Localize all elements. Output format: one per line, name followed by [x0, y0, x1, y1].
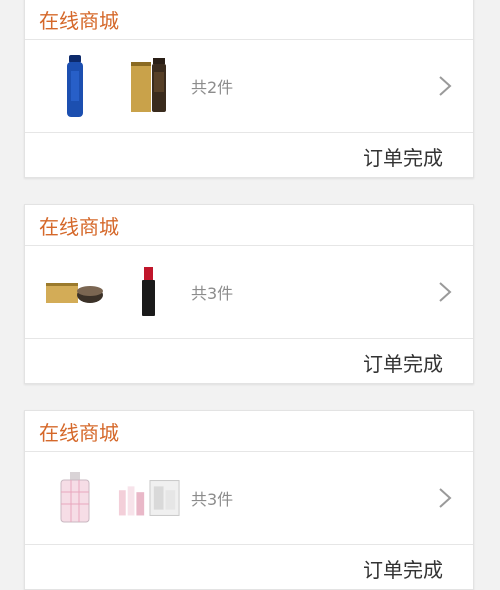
- chevron-right-icon: [439, 488, 452, 508]
- order-card[interactable]: 在线商城 共2件 订单完成: [24, 0, 474, 178]
- skincare-set-icon: [117, 463, 181, 533]
- chevron-right-icon: [439, 282, 452, 302]
- order-header: 在线商城: [25, 411, 473, 452]
- store-name: 在线商城: [39, 8, 119, 33]
- item-count: 共2件: [191, 78, 234, 97]
- order-header: 在线商城: [25, 0, 473, 40]
- order-footer: 订单完成: [25, 339, 473, 383]
- order-items-row[interactable]: 共2件: [25, 40, 473, 133]
- order-status: 订单完成: [363, 351, 443, 376]
- order-items-row[interactable]: 共3件: [25, 452, 473, 545]
- pink-perfume-bottle-icon: [43, 463, 107, 533]
- order-footer: 订单完成: [25, 545, 473, 589]
- order-footer: 订单完成: [25, 133, 473, 177]
- gold-jar-box-icon: [43, 257, 107, 327]
- order-card[interactable]: 在线商城 共3件 订单完成: [24, 410, 474, 590]
- order-status: 订单完成: [363, 145, 443, 170]
- blue-serum-bottle-icon: [43, 51, 107, 121]
- order-status: 订单完成: [363, 557, 443, 582]
- item-count: 共3件: [191, 284, 234, 303]
- item-count: 共3件: [191, 490, 234, 509]
- order-card[interactable]: 在线商城 共3件 订单完成: [24, 204, 474, 384]
- store-name: 在线商城: [39, 420, 119, 445]
- gold-tall-box-icon: [117, 51, 181, 121]
- store-name: 在线商城: [39, 214, 119, 239]
- black-lipstick-icon: [117, 257, 181, 327]
- order-header: 在线商城: [25, 205, 473, 246]
- chevron-right-icon: [439, 76, 452, 96]
- order-items-row[interactable]: 共3件: [25, 246, 473, 339]
